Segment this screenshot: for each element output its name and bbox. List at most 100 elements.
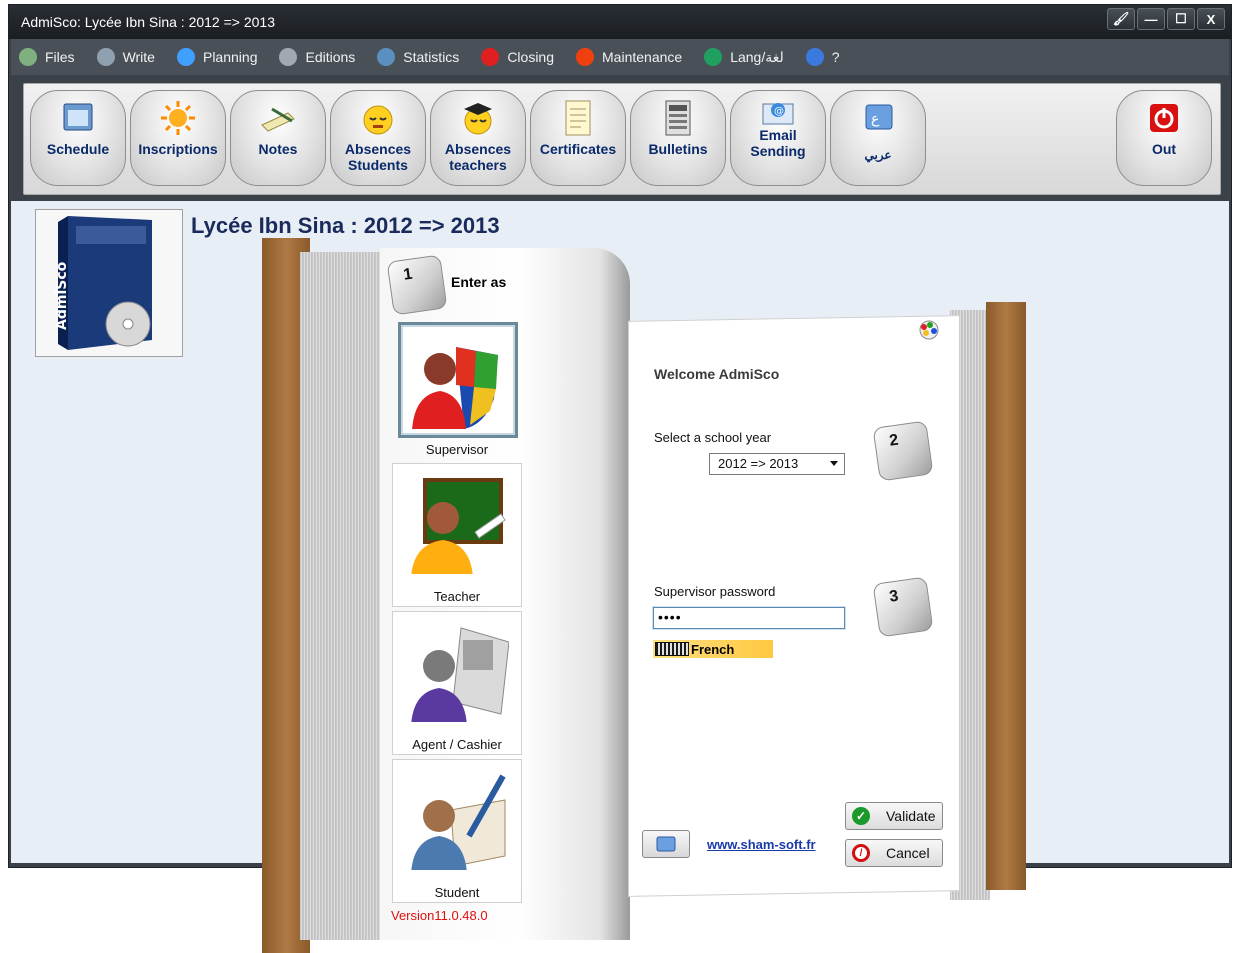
certificates-label: Certificates (539, 141, 617, 157)
language-icon (656, 836, 676, 852)
maintenance-icon (576, 48, 595, 66)
cancel-button[interactable]: / Cancel (845, 839, 943, 867)
menu-item-files[interactable]: Files (19, 48, 75, 66)
out-label: Out (1151, 141, 1177, 157)
school-year-value: 2012 => 2013 (718, 456, 799, 471)
student-icon (411, 774, 506, 870)
absences-teachers-label-1: Absences (444, 141, 512, 157)
language-switch-button[interactable] (642, 830, 690, 858)
teacher-icon (411, 478, 506, 574)
role-student-label: Student (434, 885, 480, 900)
menu-bar: Files Write Planning Editions Statistics Clos… (11, 39, 1229, 75)
window-title: AdmiSco: Lycée Ibn Sina : 2012 => 2013 (21, 14, 275, 30)
role-teacher-label: Teacher (433, 589, 481, 604)
minimize-button[interactable]: — (1137, 8, 1165, 30)
website-link[interactable]: www.sham-soft.fr (707, 837, 816, 852)
menu-label: Maintenance (602, 49, 683, 65)
menu-label: ? (831, 49, 840, 65)
sun-icon (158, 99, 198, 137)
menu-item-editions[interactable]: Editions (279, 48, 355, 66)
inscriptions-button[interactable]: Inscriptions (130, 90, 226, 186)
menu-item-closing[interactable]: Closing (481, 48, 554, 66)
notes-icon (258, 99, 298, 137)
bulletins-label: Bulletins (648, 141, 708, 157)
notes-label: Notes (258, 141, 298, 157)
menu-label: Closing (507, 49, 555, 65)
email-icon: @ (758, 97, 798, 127)
cancel-icon: / (852, 844, 870, 862)
power-icon (1144, 99, 1184, 137)
close-button[interactable]: X (1197, 8, 1225, 30)
statistics-icon (377, 48, 396, 66)
absences-students-label-2: Students (348, 157, 408, 173)
schedule-icon (58, 99, 98, 137)
sleepy-face-icon (358, 99, 398, 137)
menu-label: Statistics (403, 49, 460, 65)
absences-students-button[interactable]: Absences Students (330, 90, 426, 186)
enter-as-label: Enter as (451, 274, 507, 290)
certificates-button[interactable]: Certificates (530, 90, 626, 186)
step-3-key: 3 (872, 576, 934, 638)
closing-icon (481, 48, 500, 66)
keyboard-language-indicator[interactable]: French (653, 640, 773, 658)
role-teacher[interactable] (392, 463, 522, 607)
email-label-2: Sending (750, 143, 806, 159)
menu-item-maintenance[interactable]: Maintenance (576, 48, 682, 66)
absences-teachers-button[interactable]: Absences teachers (430, 90, 526, 186)
password-field[interactable]: •••• (653, 607, 845, 629)
step-1-key: 1 (386, 254, 448, 316)
palette-icon (919, 320, 939, 340)
email-label-1: Email (759, 127, 797, 143)
chevron-down-icon (830, 461, 838, 466)
version-label: Version11.0.48.0 (391, 908, 488, 923)
out-button[interactable]: Out (1116, 90, 1212, 186)
files-icon (19, 48, 37, 66)
page-title: Lycée Ibn Sina : 2012 => 2013 (191, 213, 500, 238)
role-supervisor[interactable] (398, 322, 518, 438)
menu-item-planning[interactable]: Planning (176, 48, 257, 66)
schedule-button[interactable]: Schedule (30, 90, 126, 186)
svg-text:ع: ع (871, 111, 880, 127)
logo-text: AdmiSco (54, 261, 70, 330)
agent-icon (411, 627, 509, 722)
menu-label: Editions (305, 49, 356, 65)
absences-teachers-label-2: teachers (449, 157, 507, 173)
cancel-label: Cancel (886, 845, 930, 861)
school-year-select[interactable]: 2012 => 2013 (709, 453, 845, 475)
checkmark-icon: ✓ (852, 807, 870, 825)
write-icon (96, 48, 115, 66)
menu-item-globe[interactable]: Lang/لغة (704, 48, 784, 66)
menu-label: Write (122, 49, 155, 65)
editions-icon (279, 48, 298, 66)
svg-text:@: @ (774, 106, 784, 117)
role-agent-cashier[interactable] (392, 611, 522, 755)
arabic-button[interactable]: ع عربي (830, 90, 926, 186)
step-2-key: 2 (872, 420, 934, 482)
book-pages-left (300, 252, 382, 940)
language-icon: ع (858, 99, 898, 137)
notes-button[interactable]: Notes (230, 90, 326, 186)
welcome-text: Welcome AdmiSco (654, 366, 780, 382)
validate-button[interactable]: ✓ Validate (845, 802, 943, 830)
bulletins-button[interactable]: Bulletins (630, 90, 726, 186)
keyboard-language-label: French (691, 641, 735, 657)
menu-item-help[interactable]: ? (805, 48, 840, 66)
menu-item-write[interactable]: Write (96, 48, 155, 66)
planning-icon (176, 48, 195, 66)
supervisor-icon (412, 347, 498, 429)
maximize-button[interactable]: ☐ (1167, 8, 1195, 30)
arabic-label: عربي (864, 148, 892, 162)
menu-label: Files (45, 49, 75, 65)
absences-students-label-1: Absences (344, 141, 412, 157)
email-sending-button[interactable]: @ Email Sending (730, 90, 826, 186)
keyboard-icon (655, 642, 689, 656)
inscriptions-label: Inscriptions (138, 141, 218, 157)
role-student[interactable] (392, 759, 522, 903)
role-supervisor-label: Supervisor (425, 442, 489, 457)
graduate-face-icon (458, 99, 498, 137)
main-toolbar: Schedule Inscriptions Notes Absences Stud… (23, 83, 1221, 195)
brush-icon[interactable]: 🖌 (1107, 8, 1135, 30)
menu-item-statistics[interactable]: Statistics (377, 48, 459, 66)
bulletin-icon (658, 99, 698, 137)
product-box-image: AdmiSco (35, 209, 183, 357)
